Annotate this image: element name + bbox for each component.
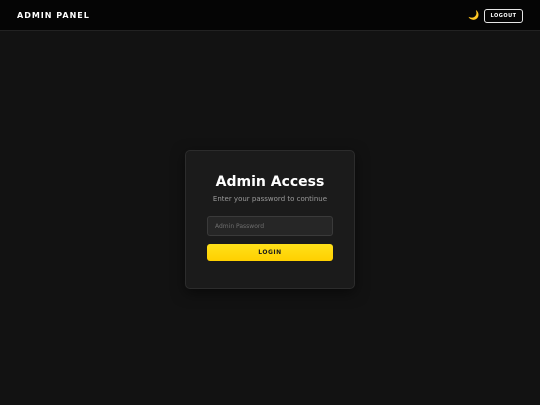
moon-icon[interactable]: 🌙 xyxy=(468,10,480,22)
login-title: Admin Access xyxy=(215,174,325,190)
logout-button[interactable]: LOGOUT xyxy=(484,9,523,23)
login-button[interactable]: LOGIN xyxy=(207,244,333,261)
top-header: ADMIN PANEL 🌙 LOGOUT xyxy=(0,0,540,31)
login-subtitle: Enter your password to continue xyxy=(212,195,328,203)
login-card: Admin Access Enter your password to cont… xyxy=(185,150,355,289)
password-input[interactable] xyxy=(207,216,333,236)
app-title: ADMIN PANEL xyxy=(17,11,90,20)
